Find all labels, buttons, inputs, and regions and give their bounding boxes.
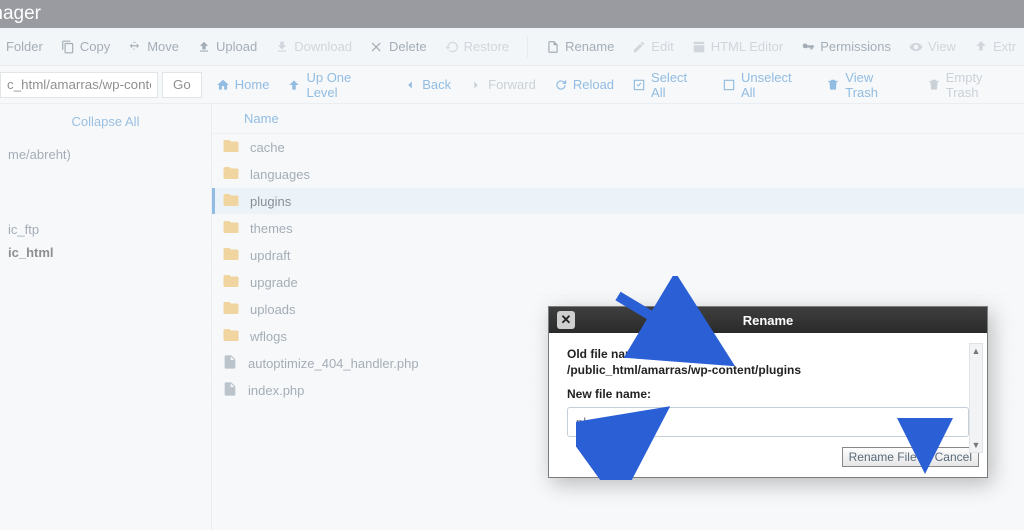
edit-button[interactable]: Edit xyxy=(632,39,673,54)
trash-icon xyxy=(826,78,840,92)
folder-icon xyxy=(222,245,240,266)
file-icon xyxy=(222,354,238,373)
unselect-all-button[interactable]: Unselect All xyxy=(722,70,808,100)
title-bar: Manager xyxy=(0,0,1024,28)
upload-button[interactable]: Upload xyxy=(197,39,257,54)
row-label: autoptimize_404_handler.php xyxy=(248,356,419,371)
new-name-label: New file name: xyxy=(567,387,969,401)
old-name-label: Old file name: xyxy=(567,347,969,361)
scroll-up-icon[interactable]: ▲ xyxy=(970,344,982,358)
copy-icon xyxy=(61,40,75,54)
new-name-input[interactable] xyxy=(567,407,969,437)
view-trash-button[interactable]: View Trash xyxy=(826,70,908,100)
row-label: index.php xyxy=(248,383,304,398)
folder-icon xyxy=(222,272,240,293)
column-header-name[interactable]: Name xyxy=(212,104,1024,134)
row-label: wflogs xyxy=(250,329,287,344)
row-label: languages xyxy=(250,167,310,182)
restore-icon xyxy=(445,40,459,54)
main-toolbar: Folder Copy Move Upload Download Delete … xyxy=(0,28,1024,66)
rename-icon xyxy=(546,40,560,54)
row-label: plugins xyxy=(250,194,291,209)
home-icon xyxy=(216,78,230,92)
move-button[interactable]: Move xyxy=(128,39,179,54)
delete-icon xyxy=(370,40,384,54)
folder-icon xyxy=(222,164,240,185)
dialog-close-button[interactable]: ✕ xyxy=(557,311,575,329)
home-button[interactable]: Home xyxy=(216,77,270,92)
reload-icon xyxy=(554,78,568,92)
empty-trash-icon xyxy=(927,78,941,92)
move-icon xyxy=(128,40,142,54)
key-icon xyxy=(801,40,815,54)
row-label: cache xyxy=(250,140,285,155)
table-row[interactable]: cache xyxy=(212,134,1024,161)
table-row[interactable]: languages xyxy=(212,161,1024,188)
html-icon xyxy=(692,40,706,54)
toolbar-separator xyxy=(527,36,528,58)
dialog-title: Rename xyxy=(743,313,794,328)
reload-button[interactable]: Reload xyxy=(554,77,614,92)
nav-row: Go Home Up One Level Back Forward Reload… xyxy=(0,66,1024,104)
old-name-value: /public_html/amarras/wp-content/plugins xyxy=(567,363,969,377)
collapse-all-link[interactable]: Collapse All xyxy=(8,110,203,143)
path-input[interactable] xyxy=(0,72,158,98)
location-toolbar: Home Up One Level Back Forward Reload Se… xyxy=(216,70,1018,100)
table-row[interactable]: upgrade xyxy=(212,269,1024,296)
forward-button[interactable]: Forward xyxy=(469,77,536,92)
row-label: themes xyxy=(250,221,293,236)
folder-icon xyxy=(222,326,240,347)
dialog-scrollbar[interactable]: ▲ ▼ xyxy=(969,343,983,453)
permissions-button[interactable]: Permissions xyxy=(801,39,891,54)
forward-icon xyxy=(469,78,483,92)
restore-button[interactable]: Restore xyxy=(445,39,510,54)
row-label: updraft xyxy=(250,248,290,263)
go-button[interactable]: Go xyxy=(162,72,202,98)
rename-dialog: ✕ Rename ▲ ▼ Old file name: /public_html… xyxy=(548,306,988,478)
folder-icon xyxy=(222,191,240,212)
select-all-button[interactable]: Select All xyxy=(632,70,704,100)
folder-icon xyxy=(222,299,240,320)
rename-button[interactable]: Rename xyxy=(546,39,614,54)
folder-icon xyxy=(222,218,240,239)
html-editor-button[interactable]: HTML Editor xyxy=(692,39,783,54)
scroll-down-icon[interactable]: ▼ xyxy=(970,438,982,452)
select-all-icon xyxy=(632,78,646,92)
view-button[interactable]: View xyxy=(909,39,956,54)
folder-button[interactable]: Folder xyxy=(6,39,43,54)
up-one-level-button[interactable]: Up One Level xyxy=(287,70,385,100)
download-icon xyxy=(275,40,289,54)
unselect-all-icon xyxy=(722,78,736,92)
table-row[interactable]: updraft xyxy=(212,242,1024,269)
pencil-icon xyxy=(632,40,646,54)
file-icon xyxy=(222,381,238,400)
tree-public-html[interactable]: ic_html xyxy=(8,241,203,264)
app-title: Manager xyxy=(0,3,41,25)
extract-icon xyxy=(974,40,988,54)
rename-file-button[interactable]: Rename File xyxy=(842,447,924,467)
back-icon xyxy=(403,78,417,92)
copy-button[interactable]: Copy xyxy=(61,39,110,54)
back-button[interactable]: Back xyxy=(403,77,451,92)
up-icon xyxy=(287,78,301,92)
tree-root[interactable]: me/abreht) xyxy=(8,143,203,166)
upload-icon xyxy=(197,40,211,54)
table-row[interactable]: themes xyxy=(212,215,1024,242)
tree-ftp[interactable]: ic_ftp xyxy=(8,218,203,241)
row-label: upgrade xyxy=(250,275,298,290)
extract-button[interactable]: Extr xyxy=(974,39,1016,54)
delete-button[interactable]: Delete xyxy=(370,39,427,54)
table-row[interactable]: plugins xyxy=(212,188,1024,215)
row-label: uploads xyxy=(250,302,296,317)
download-button[interactable]: Download xyxy=(275,39,352,54)
dialog-titlebar: ✕ Rename xyxy=(549,307,987,333)
folder-icon xyxy=(222,137,240,158)
tree-sidebar: Collapse All me/abreht) ic_ftp ic_html xyxy=(0,104,212,530)
eye-icon xyxy=(909,40,923,54)
empty-trash-button[interactable]: Empty Trash xyxy=(927,70,1018,100)
